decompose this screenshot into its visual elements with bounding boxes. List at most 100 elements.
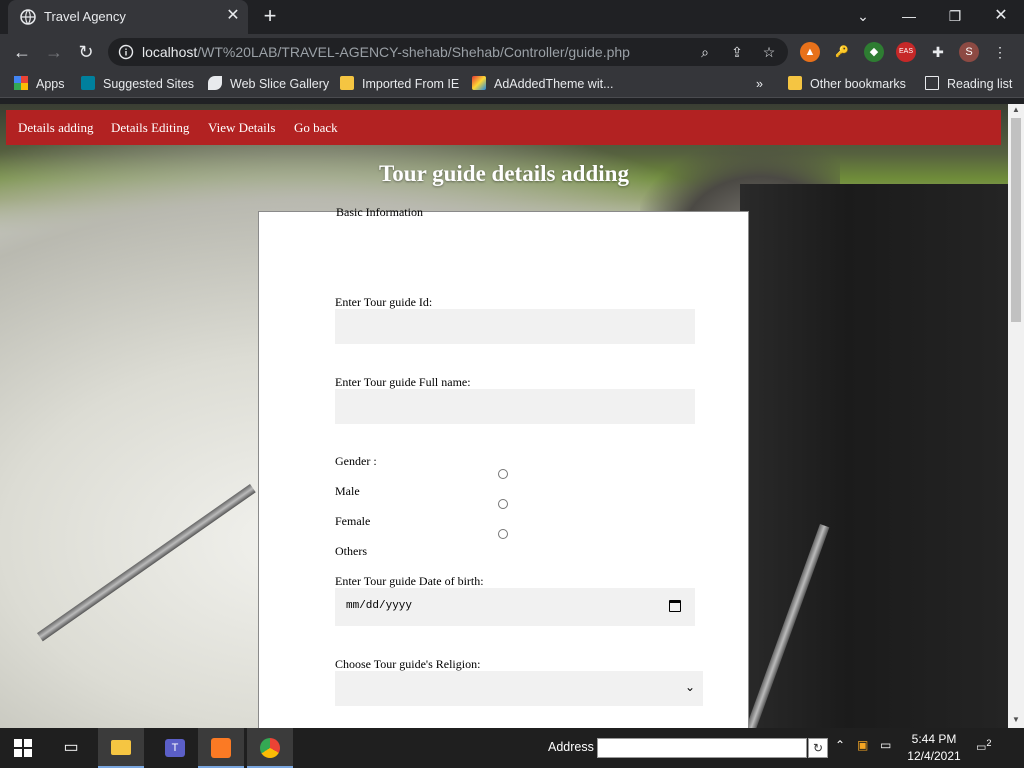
clock-date: 12/4/2021 — [907, 749, 961, 763]
tab-search-chevron-icon[interactable]: ⌄ — [850, 4, 876, 28]
chevron-down-icon: ⌄ — [685, 680, 696, 694]
notification-count: 2 — [986, 738, 992, 748]
url-host: localhost — [142, 44, 198, 60]
gender-others-label: Others — [335, 544, 367, 558]
scroll-up-arrow-icon[interactable]: ▲ — [1012, 106, 1020, 114]
browser-toolbar: ← → ↻ localhost/WT%20LAB/TRAVEL-AGENCY-s… — [0, 34, 1024, 70]
extension-key-icon[interactable]: 🔑 — [832, 42, 852, 62]
windows-taskbar: ▭ T Address ↻ ⌃ ▣ ▭ 5:44 PM 12/4/2021 ▭2 — [0, 728, 1024, 768]
minimize-icon[interactable]: — — [896, 4, 922, 28]
menu-kebab-icon[interactable]: ⋮ — [990, 42, 1010, 62]
religion-label: Choose Tour guide's Religion: — [335, 657, 481, 671]
share-icon[interactable]: ⇪ — [728, 43, 746, 61]
bookmark-apps[interactable]: Apps — [14, 75, 65, 93]
bookmark-web-slice-gallery[interactable]: Web Slice Gallery — [208, 75, 329, 93]
guide-id-label: Enter Tour guide Id: — [335, 295, 433, 309]
bookmark-label: Web Slice Gallery — [230, 77, 330, 91]
tab-travel-agency[interactable]: Travel Agency ✕ — [8, 0, 248, 34]
address-toolbar-label: Address — [548, 740, 594, 754]
page-title: Tour guide details adding — [379, 161, 629, 186]
fieldset-legend: Basic Information — [336, 205, 423, 219]
dob-label: Enter Tour guide Date of birth: — [335, 574, 484, 588]
profile-avatar[interactable]: S — [959, 42, 979, 62]
battery-icon[interactable]: ▭ — [880, 738, 891, 752]
religion-select[interactable]: ⌄ — [335, 671, 703, 706]
reading-list-button[interactable]: Reading list — [925, 75, 1012, 93]
back-icon[interactable]: ← — [10, 40, 34, 64]
site-navbar: Details adding Details Editing View Deta… — [6, 110, 1001, 145]
background-photo-pole — [37, 484, 256, 642]
page-viewport: Details adding Details Editing View Deta… — [0, 104, 1008, 728]
forward-icon[interactable]: → — [42, 40, 66, 64]
bookmark-label: Apps — [36, 77, 65, 91]
tab-strip: Travel Agency ✕ + ⌄ — ❐ ✕ — [0, 0, 1024, 34]
bookmark-label: Imported From IE — [362, 77, 460, 91]
theme-icon — [472, 76, 486, 90]
basic-information-fieldset: Basic Information Enter Tour guide Id: E… — [258, 205, 749, 728]
dob-date-input[interactable]: mm/dd/yyyy — [335, 588, 695, 626]
dob-placeholder: mm/dd/yyyy — [346, 600, 413, 612]
restore-icon[interactable]: ❐ — [942, 4, 968, 28]
task-view-icon[interactable]: ▭ — [48, 728, 94, 768]
close-window-icon[interactable]: ✕ — [988, 4, 1014, 28]
calendar-icon[interactable] — [669, 600, 681, 612]
scroll-down-arrow-icon[interactable]: ▼ — [1012, 716, 1020, 724]
full-name-label: Enter Tour guide Full name: — [335, 375, 471, 389]
bookmark-other-bookmarks[interactable]: Other bookmarks — [788, 75, 906, 93]
tab-title: Travel Agency — [44, 9, 126, 24]
gender-male-label: Male — [335, 484, 360, 498]
address-toolbar-input[interactable] — [597, 738, 807, 758]
extension-eas-icon[interactable]: EAS — [896, 42, 916, 62]
notification-center-icon[interactable]: ▭2 — [976, 738, 998, 758]
folder-icon — [788, 76, 802, 90]
apps-grid-icon — [14, 76, 28, 90]
zoom-icon[interactable]: ⌕ — [696, 43, 714, 61]
nav-view-details[interactable]: View Details — [208, 120, 275, 136]
address-bar[interactable]: localhost/WT%20LAB/TRAVEL-AGENCY-shehab/… — [108, 38, 788, 66]
reload-icon[interactable]: ↻ — [74, 40, 98, 64]
full-name-input[interactable] — [335, 389, 695, 424]
gender-male-radio[interactable] — [498, 469, 508, 479]
gender-label: Gender : — [335, 454, 377, 468]
file-explorer-icon[interactable] — [98, 728, 144, 768]
bookmark-label: Other bookmarks — [810, 77, 906, 91]
tray-app-icon[interactable]: ▣ — [857, 738, 868, 752]
chrome-icon[interactable] — [247, 728, 293, 768]
guide-id-input[interactable] — [335, 309, 695, 344]
bookmark-star-icon[interactable]: ☆ — [760, 43, 778, 61]
teams-icon[interactable]: T — [152, 728, 198, 768]
extensions-puzzle-icon[interactable]: ✚ — [928, 42, 948, 62]
nav-details-editing[interactable]: Details Editing — [111, 120, 189, 136]
extension-orange-icon[interactable]: ▲ — [800, 42, 820, 62]
web-slice-icon — [208, 76, 222, 90]
tab-close-icon[interactable]: ✕ — [224, 7, 242, 25]
bookmark-adaddedtheme[interactable]: AdAddedTheme wit... — [472, 75, 614, 93]
scrollbar-thumb[interactable] — [1011, 118, 1021, 322]
gender-others-radio[interactable] — [498, 529, 508, 539]
bookmarks-overflow-button[interactable]: » — [756, 75, 763, 93]
folder-icon — [340, 76, 354, 90]
gender-female-label: Female — [335, 514, 371, 528]
show-hidden-icons-chevron-icon[interactable]: ⌃ — [835, 738, 845, 752]
clock-time: 5:44 PM — [911, 732, 957, 746]
nav-details-adding[interactable]: Details adding — [18, 120, 93, 136]
bookmark-label: Reading list — [947, 77, 1013, 91]
bookmark-imported-from-ie[interactable]: Imported From IE — [340, 75, 459, 93]
nav-go-back[interactable]: Go back — [294, 120, 338, 136]
start-windows-icon[interactable] — [0, 728, 46, 768]
xampp-icon[interactable] — [198, 728, 244, 768]
bookmark-label: AdAddedTheme wit... — [494, 77, 614, 91]
new-tab-button[interactable]: + — [258, 4, 282, 28]
address-go-icon[interactable]: ↻ — [808, 738, 828, 758]
reading-list-icon — [925, 76, 939, 90]
site-info-icon[interactable] — [118, 44, 134, 60]
bookmark-label: Suggested Sites — [103, 77, 195, 91]
bookmark-suggested-sites[interactable]: Suggested Sites — [81, 75, 194, 93]
gender-female-radio[interactable] — [498, 499, 508, 509]
extension-green-icon[interactable]: ◆ — [864, 42, 884, 62]
url-text[interactable]: localhost/WT%20LAB/TRAVEL-AGENCY-shehab/… — [142, 44, 630, 60]
system-clock[interactable]: 5:44 PM 12/4/2021 — [906, 731, 962, 765]
bing-icon — [81, 76, 95, 90]
page-scrollbar[interactable]: ▲ ▼ — [1008, 104, 1024, 728]
url-path: /WT%20LAB/TRAVEL-AGENCY-shehab/Shehab/Co… — [197, 44, 630, 60]
